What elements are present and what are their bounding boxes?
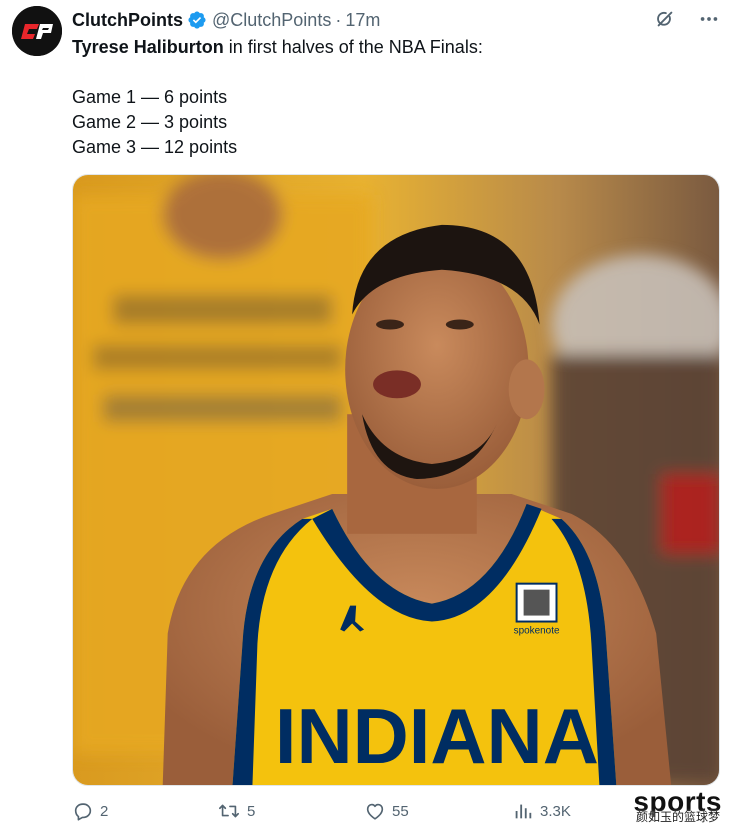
stat-line-game-3: Game 3 — 12 points	[72, 137, 238, 157]
tweet-text: Tyrese Haliburton in first halves of the…	[72, 35, 712, 160]
clutchpoints-logo-icon	[12, 6, 62, 56]
views-icon	[515, 804, 532, 819]
stat-line-game-1: Game 1 — 6 points	[72, 87, 228, 107]
headline-rest: in first halves of the NBA Finals:	[223, 37, 483, 57]
sponsor-text: spokenote	[514, 625, 560, 636]
mentioned-player: Tyrese Haliburton	[72, 37, 224, 57]
grok-icon[interactable]	[654, 8, 676, 30]
jersey-text: INDIANA	[275, 694, 599, 780]
retweet-button[interactable]: 5	[217, 800, 255, 822]
display-name[interactable]: ClutchPoints	[72, 10, 183, 31]
tweet-actions: 2 5 55 3.3K	[72, 800, 720, 828]
avatar[interactable]	[12, 6, 62, 56]
tweet-photo[interactable]: spokenote INDIANA	[72, 174, 720, 786]
tweet-card[interactable]: ClutchPoints @ClutchPoints · 17m Tyrese …	[0, 0, 734, 833]
more-icon[interactable]	[698, 8, 720, 30]
headline-line: Tyrese Haliburton in first halves of the…	[72, 35, 712, 60]
stat-line-game-2: Game 2 — 3 points	[72, 112, 228, 132]
retweet-icon	[219, 804, 239, 818]
views-count: 3.3K	[540, 802, 571, 820]
retweet-count: 5	[247, 802, 256, 820]
reply-button[interactable]: 2	[72, 800, 108, 822]
reply-icon	[74, 803, 92, 821]
top-right-actions	[654, 8, 720, 30]
watermark-subtitle: 颜如玉的篮球梦	[635, 810, 720, 824]
like-button[interactable]: 55	[364, 800, 409, 822]
views-button[interactable]: 3.3K	[512, 800, 571, 822]
player-photo: spokenote INDIANA	[73, 175, 719, 785]
timestamp[interactable]: 17m	[345, 10, 380, 31]
heart-icon	[366, 803, 384, 820]
tweet-header: ClutchPoints @ClutchPoints · 17m	[72, 8, 380, 32]
author-handle[interactable]: @ClutchPoints	[212, 10, 331, 31]
separator-dot: ·	[335, 9, 342, 30]
verified-badge-icon	[187, 10, 207, 30]
reply-count: 2	[100, 802, 109, 820]
like-count: 55	[392, 802, 409, 820]
